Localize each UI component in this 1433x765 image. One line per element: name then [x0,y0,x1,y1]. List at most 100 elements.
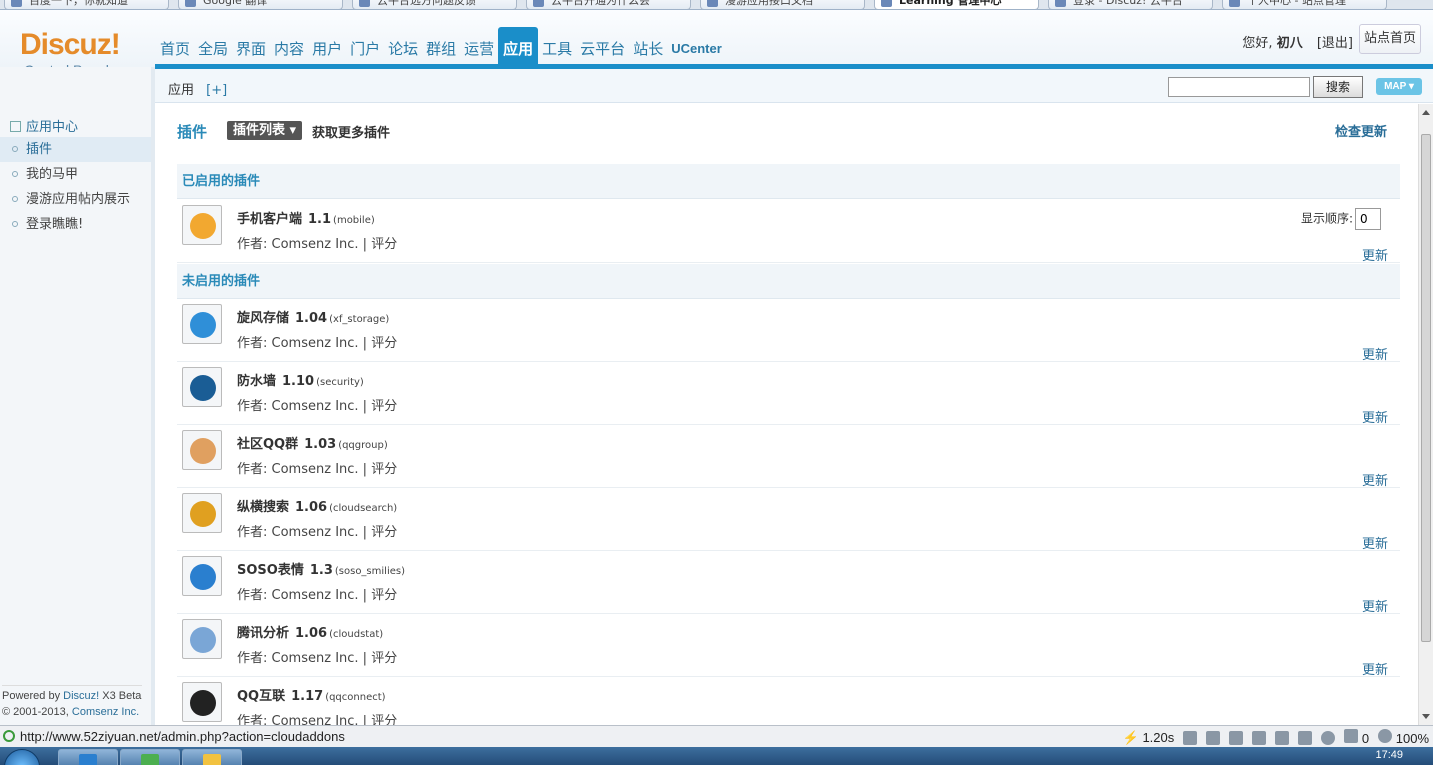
map-button[interactable]: MAP ▾ [1376,78,1422,95]
taskbar-app-folder[interactable] [182,749,242,765]
plugin-icon-frame[interactable] [182,619,222,659]
scroll-down-icon[interactable] [1422,714,1430,719]
plugin-rate-link[interactable]: 评分 [371,336,397,351]
browser-tab[interactable]: Learning 管理中心 [874,0,1039,9]
nav-item[interactable]: 论坛 [384,27,422,67]
qq-app-icon [79,754,97,765]
plugin-update-link[interactable]: 更新 [1362,470,1388,489]
footer-copyright: © 2001-2013, [2,706,69,718]
browser-tab[interactable]: 漫游应用接口文档 [700,0,865,9]
logout-link[interactable]: [退出] [1317,36,1353,51]
scroll-thumb[interactable] [1421,134,1431,642]
browser-tab[interactable]: 云平台开通为什么会 [526,0,691,9]
nav-item[interactable]: 运营 [460,27,498,67]
nav-item[interactable]: 群组 [422,27,460,67]
taskbar-app-browser[interactable] [120,749,180,765]
bullet-icon [12,146,18,152]
plugin-update-link[interactable]: 更新 [1362,245,1388,264]
plugin-rate-link[interactable]: 评分 [371,714,397,725]
plugin-title: QQ互联 [237,689,286,704]
more-plugins-link[interactable]: 获取更多插件 [312,122,390,141]
scroll-up-icon[interactable] [1422,110,1430,115]
volume-icon[interactable] [1252,730,1267,745]
plugin-rate-link[interactable]: 评分 [371,525,397,540]
sidebar-item[interactable]: 漫游应用帖内展示 [0,187,151,212]
person-icon[interactable] [1206,730,1221,745]
footer-product-link[interactable]: Discuz! [63,690,99,702]
plugin-author-link[interactable]: Comsenz Inc. [272,525,359,540]
eye-icon[interactable] [1321,730,1336,745]
check-update-link[interactable]: 检查更新 [1335,121,1387,140]
plugin-list-tab[interactable]: 插件列表 ▾ [227,121,303,140]
sidebar-item[interactable]: 插件 [0,137,151,162]
nav-item[interactable]: 站长 [629,27,667,67]
add-shortcut-link[interactable]: [+] [206,83,227,98]
plugin-update-link[interactable]: 更新 [1362,659,1388,678]
plugin-author-link[interactable]: Comsenz Inc. [272,462,359,477]
download-icon[interactable] [1229,730,1244,745]
sidebar-item-label: 漫游应用帖内展示 [26,192,131,207]
footer-company-link[interactable]: Comsenz Inc. [72,706,139,718]
author-prefix: 作者: [237,714,268,725]
nav-item[interactable]: UCenter [667,27,726,67]
display-order-input[interactable] [1355,208,1382,230]
browser-tab[interactable]: 百度一下，你就知道 [4,0,169,9]
pen-icon[interactable] [1183,730,1198,745]
browser-tab[interactable]: 云平台远方问题反馈 [352,0,517,9]
plugin-update-link[interactable]: 更新 [1362,407,1388,426]
plugin-author-link[interactable]: Comsenz Inc. [272,651,359,666]
start-button[interactable] [4,749,40,765]
plugin-icon-frame[interactable] [182,205,222,245]
sidebar-heading[interactable]: 应用中心 [10,116,78,135]
username: 初八 [1276,36,1303,51]
plugin-identifier: (soso_smilies) [334,566,405,577]
nav-item[interactable]: 应用 [498,27,539,67]
nav-item[interactable]: 首页 [156,27,194,67]
plugin-author-link[interactable]: Comsenz Inc. [272,399,359,414]
browser-tab[interactable]: Google 翻译 [178,0,343,9]
nav-item[interactable]: 用户 [308,27,346,67]
plugin-rate-link[interactable]: 评分 [371,462,397,477]
nav-item[interactable]: 全局 [194,27,232,67]
plugin-icon-frame[interactable] [182,556,222,596]
plugin-icon-frame[interactable] [182,367,222,407]
nav-item[interactable]: 云平台 [576,27,629,67]
plugin-update-link[interactable]: 更新 [1362,596,1388,615]
plugin-icon-frame[interactable] [182,682,222,722]
nav-item[interactable]: 界面 [232,27,270,67]
plugin-update-link[interactable]: 更新 [1362,533,1388,552]
site-home-button[interactable]: 站点首页 [1359,24,1421,54]
plugin-rate-link[interactable]: 评分 [371,237,397,252]
home-icon[interactable] [1275,730,1290,745]
search-button[interactable]: 搜索 [1313,76,1363,98]
plugin-identifier: (xf_storage) [329,314,390,325]
plugin-title: 腾讯分析 [237,626,290,641]
browser-tab[interactable]: 个人中心 - 站点管理 [1222,0,1387,9]
plugin-icon-frame[interactable] [182,304,222,344]
plugin-update-link[interactable]: 更新 [1362,344,1388,363]
scrollbar[interactable] [1418,104,1433,725]
plugin-author-link[interactable]: Comsenz Inc. [272,714,359,725]
nav-item[interactable]: 工具 [538,27,576,67]
plugin-name: 防水墙 1.10 (security) [237,370,364,389]
browser-tab[interactable]: 登录 - Discuz! 云平台 [1048,0,1213,9]
nav-item[interactable]: 门户 [346,27,384,67]
zoom-control[interactable]: 100% [1378,729,1429,746]
plugin-rate-link[interactable]: 评分 [371,588,397,603]
shield-counter[interactable]: 0 [1344,729,1369,746]
plugin-rate-link[interactable]: 评分 [371,651,397,666]
plugin-author-link[interactable]: Comsenz Inc. [272,336,359,351]
favicon-icon [1055,0,1066,7]
nav-item[interactable]: 内容 [270,27,308,67]
plugin-rate-link[interactable]: 评分 [371,399,397,414]
taskbar-app-qq[interactable] [58,749,118,765]
window-icon[interactable] [1298,730,1313,745]
plugin-row: 手机客户端 1.1 (mobile) 作者: Comsenz Inc. | 评分 显示顺… [177,200,1400,264]
plugin-icon-frame[interactable] [182,430,222,470]
plugin-author-link[interactable]: Comsenz Inc. [272,588,359,603]
search-input[interactable] [1168,77,1310,97]
sidebar-item[interactable]: 我的马甲 [0,162,151,187]
plugin-icon-frame[interactable] [182,493,222,533]
plugin-author-link[interactable]: Comsenz Inc. [272,237,359,252]
sidebar-item[interactable]: 登录瞧瞧! [0,212,151,237]
